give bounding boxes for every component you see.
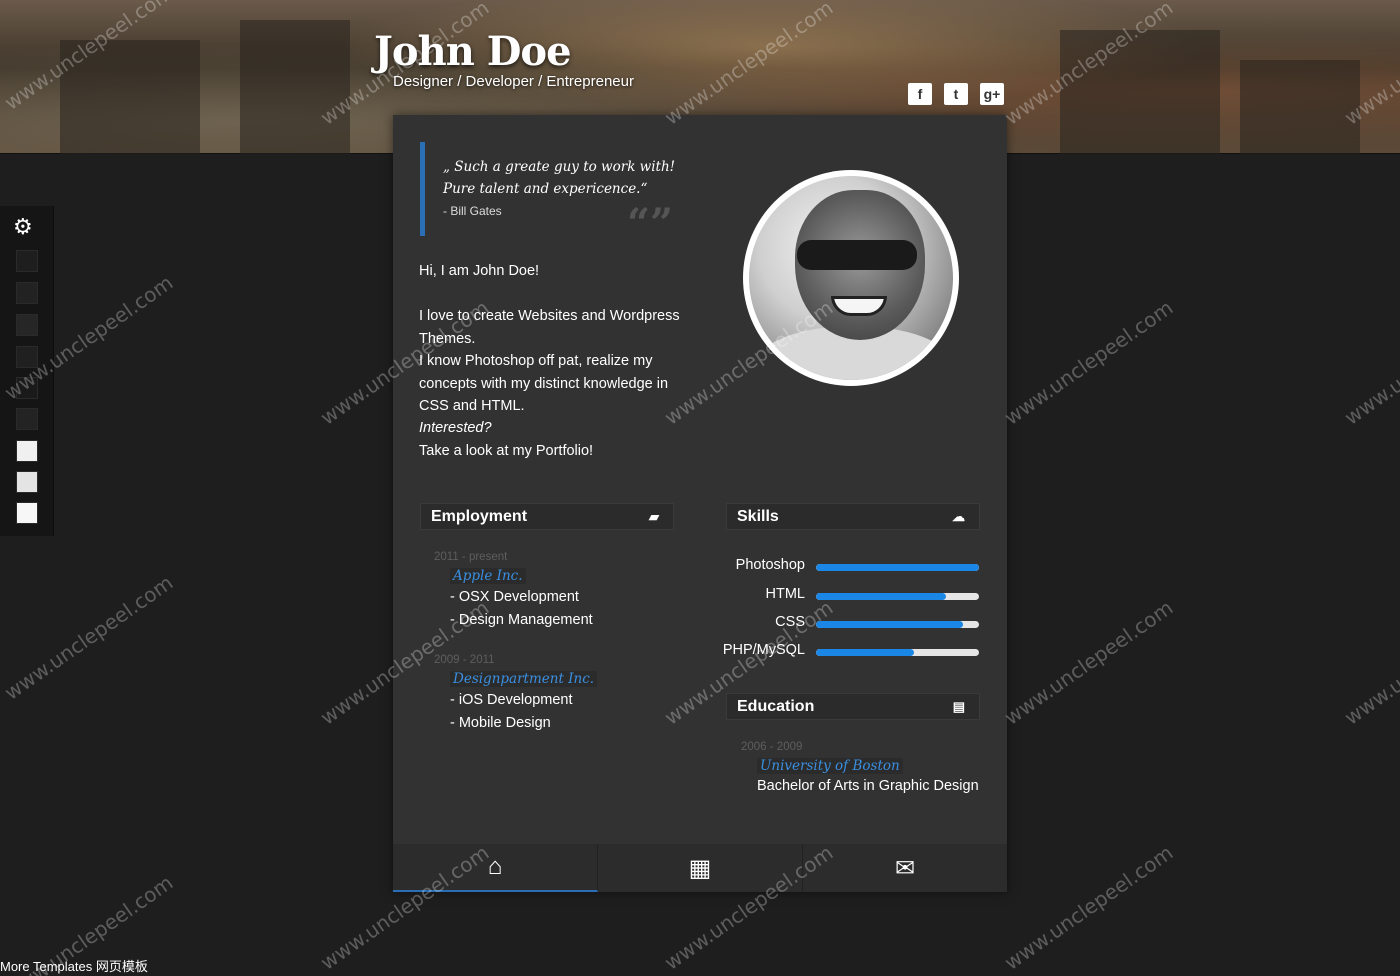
intro-line-2: I know Photoshop off pat, realize my con… — [419, 353, 669, 415]
job-entry: 2009 - 2011 Designpartment Inc. - iOS De… — [434, 654, 598, 733]
mail-icon: ✉ — [894, 854, 916, 882]
watermark-text: www.unclepeel.com — [1000, 295, 1178, 430]
swatch-2[interactable] — [16, 282, 38, 304]
intro-line-4: Take a look at my Portfolio! — [419, 442, 594, 459]
style-switcher: ⚙ — [0, 206, 54, 536]
skill-bar-fill — [816, 564, 979, 571]
profile-card: „ Such a greate guy to work with! Pure t… — [393, 115, 1007, 892]
profile-subtitle: Designer / Developer / Entrepreneur — [393, 73, 634, 90]
swatch-1[interactable] — [16, 250, 38, 272]
company-link[interactable]: Designpartment Inc. — [450, 671, 598, 687]
employment-header: Employment ▰ — [420, 503, 674, 530]
watermark-text: www.unclepeel.com — [1000, 840, 1178, 975]
skill-row: Photoshop — [723, 557, 979, 575]
swatch-3[interactable] — [16, 314, 38, 336]
skill-label: CSS — [775, 614, 805, 630]
grid-icon: ▦ — [688, 854, 712, 882]
job-entry: 2011 - present Apple Inc. - OSX Developm… — [434, 551, 593, 628]
skill-row: PHP/MySQL — [723, 642, 979, 660]
google-plus-icon[interactable]: g+ — [980, 83, 1004, 105]
social-links: f t g+ — [908, 83, 1004, 105]
quote-marks-icon: “” — [627, 200, 674, 247]
book-icon: ▤ — [952, 699, 965, 714]
swatch-9[interactable] — [16, 502, 38, 524]
skill-label: HTML — [765, 586, 805, 602]
bottom-tabs: ⌂ ▦ ✉ — [393, 844, 1007, 892]
twitter-icon[interactable]: t — [944, 83, 968, 105]
intro-greeting: Hi, I am John Doe! — [419, 263, 540, 279]
swatch-5[interactable] — [16, 377, 38, 399]
swatch-8[interactable] — [16, 471, 38, 493]
swatch-7[interactable] — [16, 440, 38, 462]
home-icon: ⌂ — [487, 853, 503, 880]
skill-bar — [816, 649, 979, 656]
briefcase-icon: ▰ — [649, 509, 659, 524]
skill-label: Photoshop — [735, 557, 805, 573]
tab-home[interactable]: ⌂ — [393, 844, 598, 892]
swatch-4[interactable] — [16, 346, 38, 368]
tab-contact[interactable]: ✉ — [803, 844, 1007, 892]
more-templates-link[interactable]: More Templates 网页模板 — [0, 956, 148, 975]
education-header: Education ▤ — [726, 693, 980, 720]
skill-label: PHP/MySQL — [722, 642, 805, 658]
watermark-text: www.unclepeel.com — [0, 570, 178, 705]
skill-bar-fill — [816, 621, 963, 628]
watermark-text: www.unclepeel.com — [1340, 595, 1400, 730]
facebook-icon[interactable]: f — [908, 83, 932, 105]
skills-header: Skills ☁ — [726, 503, 980, 530]
company-link[interactable]: Apple Inc. — [450, 568, 526, 584]
watermark-text: www.unclepeel.com — [1000, 595, 1178, 730]
cloud-icon: ☁ — [952, 509, 965, 524]
profile-name: John Doe — [374, 28, 572, 75]
skill-row: CSS — [723, 614, 979, 632]
education-entry: 2006 - 2009 University of Boston Bachelo… — [741, 741, 979, 794]
skill-bar-fill — [816, 649, 914, 656]
skill-bar — [816, 564, 979, 571]
swatch-6[interactable] — [16, 408, 38, 430]
school-link[interactable]: University of Boston — [757, 758, 903, 774]
watermark-text: www.unclepeel.com — [1340, 295, 1400, 430]
skill-bar — [816, 593, 979, 600]
avatar — [743, 170, 959, 386]
intro-line-1: I love to create Websites and Wordpress … — [419, 308, 680, 347]
gears-icon[interactable]: ⚙ — [13, 214, 33, 240]
skill-bar-fill — [816, 593, 947, 600]
intro-text: Hi, I am John Doe! I love to create Webs… — [419, 260, 681, 462]
intro-line-3: Interested? — [419, 420, 492, 437]
skill-bar — [816, 621, 979, 628]
tab-portfolio[interactable]: ▦ — [598, 844, 803, 892]
skill-row: HTML — [723, 586, 979, 604]
quote-text: „ Such a greate guy to work with! Pure t… — [443, 159, 676, 197]
testimonial-quote: „ Such a greate guy to work with! Pure t… — [420, 142, 680, 247]
